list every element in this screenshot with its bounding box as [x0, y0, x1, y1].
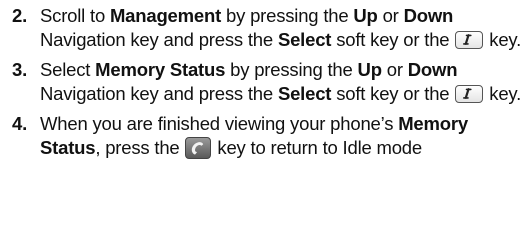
- step-text: key.: [484, 82, 522, 104]
- step-4: 4. When you are finished viewing your ph…: [12, 112, 524, 159]
- key-name-down: Down: [403, 5, 454, 26]
- step-text: , press the: [95, 136, 185, 158]
- step-text: by pressing the: [221, 5, 354, 26]
- menu-name-management: Management: [109, 5, 222, 26]
- step-text: or: [381, 59, 408, 80]
- step-3: 3. Select Memory Status by pressing the …: [12, 58, 524, 105]
- key-name-up: Up: [353, 5, 378, 26]
- key-name-up: Up: [357, 59, 382, 80]
- instruction-document: 2. Scroll to Management by pressing the …: [0, 0, 532, 252]
- step-text: Navigation key and press the: [40, 82, 278, 104]
- key-name-select: Select: [277, 28, 332, 50]
- menu-name-memory-status: Memory Status: [95, 59, 226, 80]
- step-text: key to return to Idle mode: [212, 136, 422, 158]
- end-key-icon: [185, 136, 212, 159]
- key-name-select: Select: [277, 82, 332, 104]
- info-key-icon: [455, 84, 484, 103]
- step-text: soft key or the: [331, 28, 455, 50]
- steps-list: 2. Scroll to Management by pressing the …: [12, 4, 524, 159]
- step-number: 2.: [12, 5, 28, 26]
- step-text: Scroll to: [40, 5, 110, 26]
- info-key-icon: [455, 30, 484, 49]
- step-text: soft key or the: [331, 82, 455, 104]
- step-2: 2. Scroll to Management by pressing the …: [12, 4, 524, 51]
- step-text: When you are finished viewing your phone…: [40, 113, 399, 134]
- step-number: 3.: [12, 59, 28, 80]
- step-text: or: [377, 5, 404, 26]
- step-text: key.: [484, 28, 522, 50]
- step-text: Select: [40, 59, 96, 80]
- key-name-down: Down: [407, 59, 458, 80]
- step-text: Navigation key and press the: [40, 28, 278, 50]
- step-number: 4.: [12, 113, 28, 134]
- step-text: by pressing the: [225, 59, 358, 80]
